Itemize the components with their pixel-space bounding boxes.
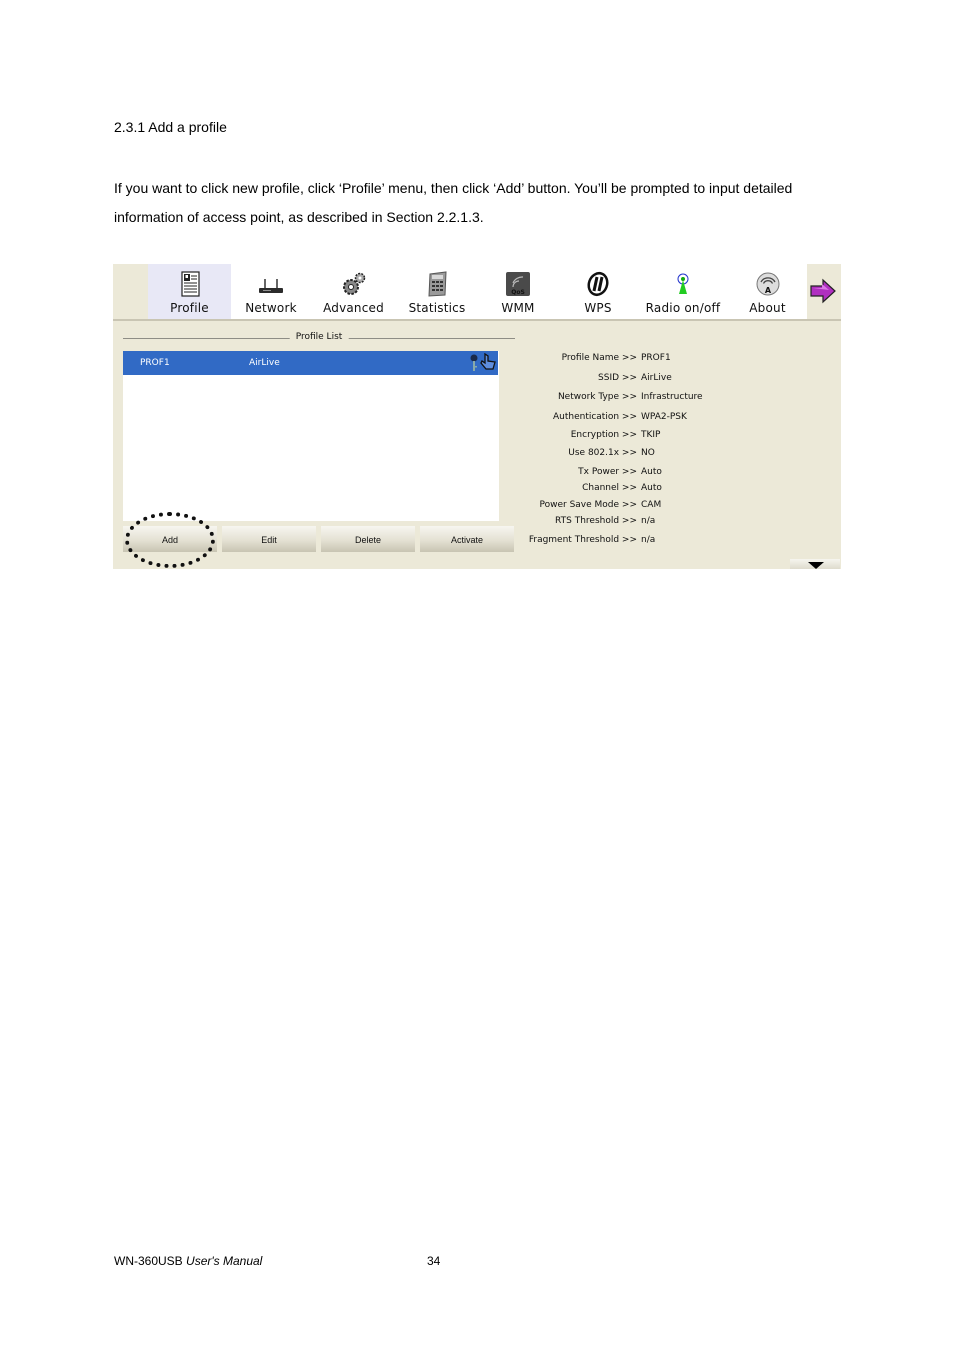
toolbar-network[interactable]: Network [231, 264, 311, 319]
toolbar-left-margin [113, 264, 148, 319]
detail-key: Network Type >> [557, 392, 637, 402]
detail-value: AirLive [641, 373, 672, 383]
detail-row: Use 802.1x >> NO [523, 448, 823, 460]
hand-icon [480, 353, 496, 370]
toolbar-wps-label: WPS [584, 301, 612, 315]
svg-text:QoS: QoS [511, 289, 525, 296]
footer-manual: User's Manual [186, 1254, 263, 1268]
toolbar-about[interactable]: A About [728, 264, 807, 319]
calculator-icon [428, 271, 447, 297]
expand-down-button[interactable] [790, 559, 840, 569]
key-icon [470, 354, 478, 371]
detail-value: CAM [641, 500, 662, 510]
toolbar-radio-label: Radio on/off [645, 301, 721, 315]
profile-row-ssid: AirLive [249, 358, 280, 368]
delete-button[interactable]: Delete [321, 526, 415, 552]
toolbar-network-label: Network [245, 301, 297, 315]
toolbar-statistics[interactable]: Statistics [396, 264, 478, 319]
detail-value: TKIP [641, 430, 661, 440]
detail-row: Encryption >> TKIP [523, 430, 823, 442]
about-icon: A [756, 272, 779, 296]
edit-button[interactable]: Edit [222, 526, 316, 552]
wps-icon [587, 271, 609, 297]
toolbar-statistics-label: Statistics [408, 301, 466, 315]
profile-list-group-title: Profile List [123, 332, 515, 344]
svg-text:A: A [764, 286, 771, 295]
footer-product: WN-360USB [114, 1254, 183, 1268]
arrow-right-icon [810, 278, 836, 304]
detail-key: Use 802.1x >> [568, 448, 637, 458]
toolbar-advanced[interactable]: Advanced [311, 264, 396, 319]
detail-key: SSID >> [598, 373, 637, 383]
detail-row: Profile Name >> PROF1 [523, 353, 823, 365]
profile-row-name: PROF1 [140, 358, 170, 368]
detail-value: NO [641, 448, 655, 458]
detail-key: Profile Name >> [561, 353, 637, 363]
toolbar-radio[interactable]: Radio on/off [638, 264, 728, 319]
router-icon [259, 279, 283, 293]
next-page-button[interactable] [807, 264, 841, 319]
detail-key: Encryption >> [570, 430, 637, 440]
detail-value: Auto [641, 483, 662, 493]
detail-row: Network Type >> Infrastructure [523, 392, 823, 404]
detail-row: SSID >> AirLive [523, 373, 823, 385]
antenna-icon [677, 273, 689, 294]
profile-list[interactable]: PROF1 AirLive [123, 351, 499, 521]
detail-row: RTS Threshold >> n/a [523, 516, 823, 528]
toolbar-about-label: About [749, 301, 786, 315]
detail-row: Tx Power >> Auto [523, 467, 823, 479]
detail-row: Channel >> Auto [523, 483, 823, 495]
detail-key: Authentication >> [552, 412, 637, 422]
detail-value: n/a [641, 535, 656, 545]
chevron-down-icon [808, 562, 824, 569]
toolbar-wmm-label: WMM [501, 301, 535, 315]
qos-icon: QoS [506, 272, 530, 296]
detail-row: Power Save Mode >> CAM [523, 500, 823, 512]
detail-value: PROF1 [641, 353, 671, 363]
detail-key: Power Save Mode >> [539, 500, 638, 510]
detail-value: n/a [641, 516, 656, 526]
section-heading: 2.3.1 Add a profile [114, 119, 227, 135]
page-number: 34 [427, 1254, 441, 1268]
profile-row[interactable]: PROF1 AirLive [123, 351, 498, 375]
profile-list-title: Profile List [289, 332, 349, 342]
detail-value: WPA2-PSK [641, 412, 687, 422]
activate-button[interactable]: Activate [420, 526, 514, 552]
add-button[interactable]: Add [123, 526, 217, 552]
detail-value: Auto [641, 467, 662, 477]
utility-window: Profile Network Advanced Statistics QoS … [113, 264, 841, 569]
body-paragraph: If you want to click new profile, click … [114, 180, 793, 225]
footer-title: WN-360USB User's Manual [114, 1254, 262, 1268]
detail-key: RTS Threshold >> [555, 516, 637, 526]
toolbar-profile[interactable]: Profile [148, 264, 231, 319]
detail-key: Channel >> [582, 483, 637, 493]
detail-row: Fragment Threshold >> n/a [523, 535, 823, 547]
toolbar: Profile Network Advanced Statistics QoS … [113, 264, 841, 321]
toolbar-advanced-label: Advanced [323, 301, 384, 315]
profile-icon [180, 271, 200, 297]
detail-value: Infrastructure [641, 392, 703, 402]
detail-key: Fragment Threshold >> [528, 535, 637, 545]
toolbar-profile-label: Profile [170, 301, 209, 315]
toolbar-wps[interactable]: WPS [558, 264, 638, 319]
toolbar-wmm[interactable]: QoS WMM [478, 264, 558, 319]
gears-icon [342, 272, 365, 295]
detail-row: Authentication >> WPA2-PSK [523, 412, 823, 424]
detail-key: Tx Power >> [578, 467, 637, 477]
